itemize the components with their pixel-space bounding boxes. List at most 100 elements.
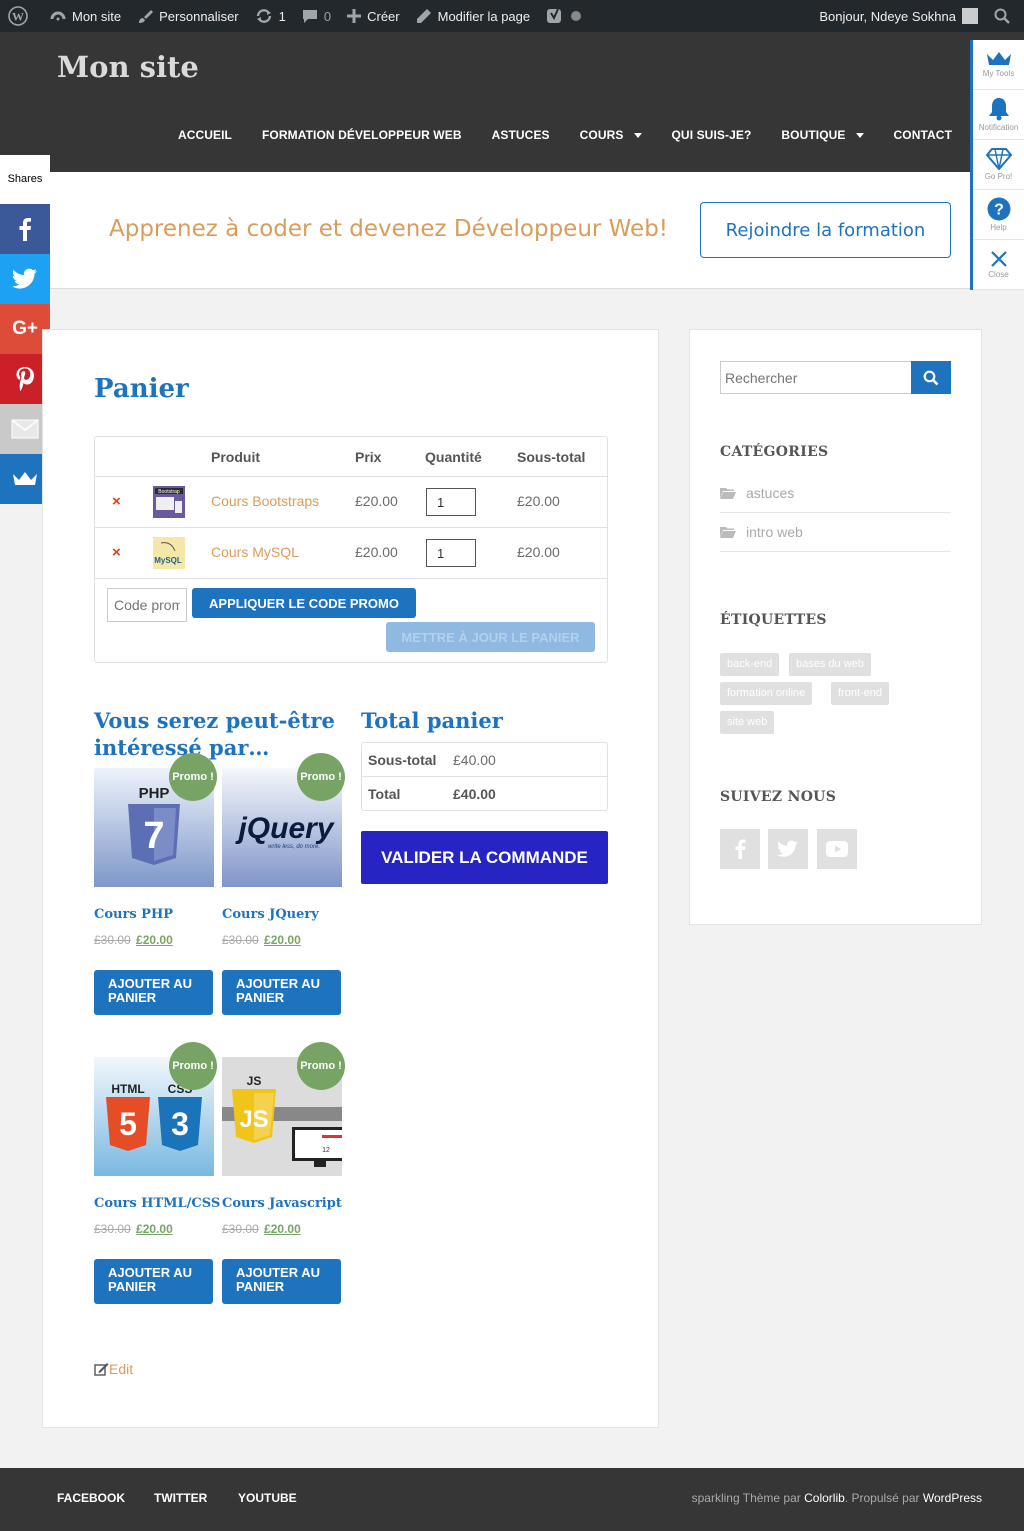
admin-comments[interactable]: 0 [294,0,339,32]
tag-link[interactable]: front-end [831,682,890,705]
folder-icon [720,488,736,499]
sumo-tools-panel: My Tools Notification Go Pro! ? Help Clo… [970,40,1024,290]
search-button[interactable] [911,361,951,394]
cart-product-link[interactable]: Cours Bootstraps [211,493,319,509]
nav-item-cours[interactable]: COURS [580,128,642,142]
footer-facebook-link[interactable]: FACEBOOK [57,1491,125,1505]
twitter-icon [777,840,798,857]
old-price: £30.00 [94,933,131,947]
colorlib-link[interactable]: Colorlib [804,1491,845,1505]
category-link[interactable]: astuces [720,474,951,513]
sale-price: £20.00 [264,1222,301,1236]
wordpress-logo-icon[interactable]: W [0,0,42,32]
product-title-link[interactable]: Cours Javascript [222,1196,342,1211]
nav-item-formation[interactable]: FORMATION DÉVELOPPEUR WEB [262,128,462,142]
yoast-menu[interactable] [538,0,596,32]
tag-link[interactable]: back-end [720,653,780,676]
tool-label: Go Pro! [984,172,1013,181]
checkout-button[interactable]: VALIDER LA COMMANDE [361,831,608,884]
category-link[interactable]: intro web [720,513,951,552]
admin-edit-page[interactable]: Modifier la page [408,0,539,32]
tool-label: Help [990,223,1007,232]
admin-customize-label: Personnaliser [159,8,239,24]
credit-theme: sparkling Thème par [691,1491,801,1505]
footer-youtube-link[interactable]: YOUTUBE [238,1491,297,1505]
quantity-input[interactable] [426,488,476,516]
close-tools-button[interactable]: Close [973,240,1024,290]
plus-icon [347,9,362,23]
svg-text:12: 12 [322,1147,330,1154]
nav-item-boutique[interactable]: BOUTIQUE [781,128,864,142]
quantity-input[interactable] [426,539,476,567]
tool-label: My Tools [982,69,1015,78]
follow-title: SUIVEZ NOUS [720,789,837,805]
categories-title: CATÉGORIES [720,444,829,460]
tool-label: Close [988,270,1009,279]
search-input[interactable] [720,361,912,394]
product-title-link[interactable]: Cours PHP [94,907,173,922]
cart-item-price: £20.00 [355,493,398,509]
product-title-link[interactable]: Cours JQuery [222,907,319,922]
follow-youtube[interactable] [817,829,857,869]
nav-item-astuces[interactable]: ASTUCES [492,128,550,142]
admin-create[interactable]: Créer [339,0,408,32]
footer-twitter-link[interactable]: TWITTER [154,1491,207,1505]
admin-create-label: Créer [367,8,400,24]
admin-account[interactable]: Bonjour, Ndeye Sokhna [811,0,986,32]
my-tools-button[interactable]: My Tools [973,40,1024,90]
notification-button[interactable]: Notification [973,90,1024,140]
cross-sells-title: Vous serez peut-être intéressé par… [94,708,335,760]
brush-icon [139,10,154,23]
admin-site-name: Mon site [72,8,122,24]
svg-text:W: W [12,10,24,24]
help-button[interactable]: ? Help [973,190,1024,240]
diamond-icon [985,148,1012,170]
nav-item-accueil[interactable]: ACCUEIL [178,128,232,142]
join-training-button[interactable]: Rejoindre la formation [700,202,951,258]
nav-item-qui-suis-je[interactable]: QUI SUIS-JE? [672,128,752,142]
crown-icon [986,52,1011,65]
remove-item-button[interactable]: × [112,493,121,510]
admin-updates[interactable]: 1 [247,0,294,32]
product-title-link[interactable]: Cours HTML/CSS [94,1196,220,1211]
cta-text: Apprenez à coder et devenez Développeur … [109,216,669,242]
total-label: Total [368,786,401,802]
edit-link[interactable]: Edit [94,1361,133,1377]
category-label: astuces [746,485,795,501]
google-plus-icon: G+ [12,318,38,339]
col-product: Produit [211,449,260,465]
admin-bar: W Mon site Personnaliser 1 0 Créer Modif… [0,0,1024,32]
comment-icon [302,10,317,23]
coupon-code-input[interactable] [107,588,187,622]
svg-text:write less, do more.: write less, do more. [268,844,320,850]
add-to-cart-button[interactable]: AJOUTER AU PANIER [222,970,341,1015]
add-to-cart-button[interactable]: AJOUTER AU PANIER [94,1259,213,1304]
tag-link[interactable]: formation online [720,682,813,705]
add-to-cart-button[interactable]: AJOUTER AU PANIER [94,970,213,1015]
go-pro-button[interactable]: Go Pro! [973,140,1024,190]
wordpress-link[interactable]: WordPress [923,1491,982,1505]
svg-text:7: 7 [143,815,164,857]
remove-item-button[interactable]: × [112,544,121,561]
product-thumbnail[interactable]: MySQL [153,537,185,569]
tag-link[interactable]: site web [720,711,775,734]
add-to-cart-button[interactable]: AJOUTER AU PANIER [222,1259,341,1304]
apply-coupon-button[interactable]: APPLIQUER LE CODE PROMO [192,588,416,618]
site-title[interactable]: Mon site [57,50,199,84]
cart-totals-title: Total panier [361,708,503,733]
admin-site-menu[interactable]: Mon site [42,0,129,32]
follow-twitter[interactable] [768,829,808,869]
sale-price: £20.00 [136,933,173,947]
nav-item-contact[interactable]: CONTACT [894,128,952,142]
tag-link[interactable]: bases du web [789,653,871,676]
cart-product-link[interactable]: Cours MySQL [211,544,299,560]
share-twitter[interactable] [0,254,50,304]
admin-customize[interactable]: Personnaliser [129,0,247,32]
update-cart-button[interactable]: METTRE À JOUR LE PANIER [386,622,595,652]
product-thumbnail[interactable]: Bootstrap [153,486,185,518]
admin-search-icon[interactable] [986,0,1024,32]
follow-facebook[interactable] [720,829,760,869]
share-facebook[interactable] [0,204,50,254]
totals-total-row: Total £40.00 [362,777,607,811]
cart-header-row: Produit Prix Quantité Sous-total [95,437,607,477]
